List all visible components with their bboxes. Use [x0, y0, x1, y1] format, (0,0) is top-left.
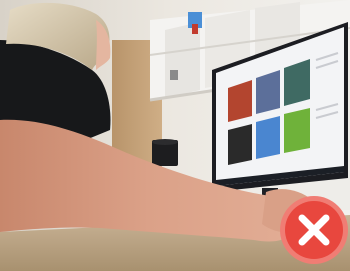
screen-tile: [284, 108, 310, 153]
photo-scene: [0, 0, 350, 271]
speaker: [152, 139, 178, 166]
screen-tile: [228, 124, 252, 165]
photo-frame: [0, 0, 350, 271]
close-badge[interactable]: [280, 196, 348, 264]
screen-tile: [256, 116, 280, 159]
